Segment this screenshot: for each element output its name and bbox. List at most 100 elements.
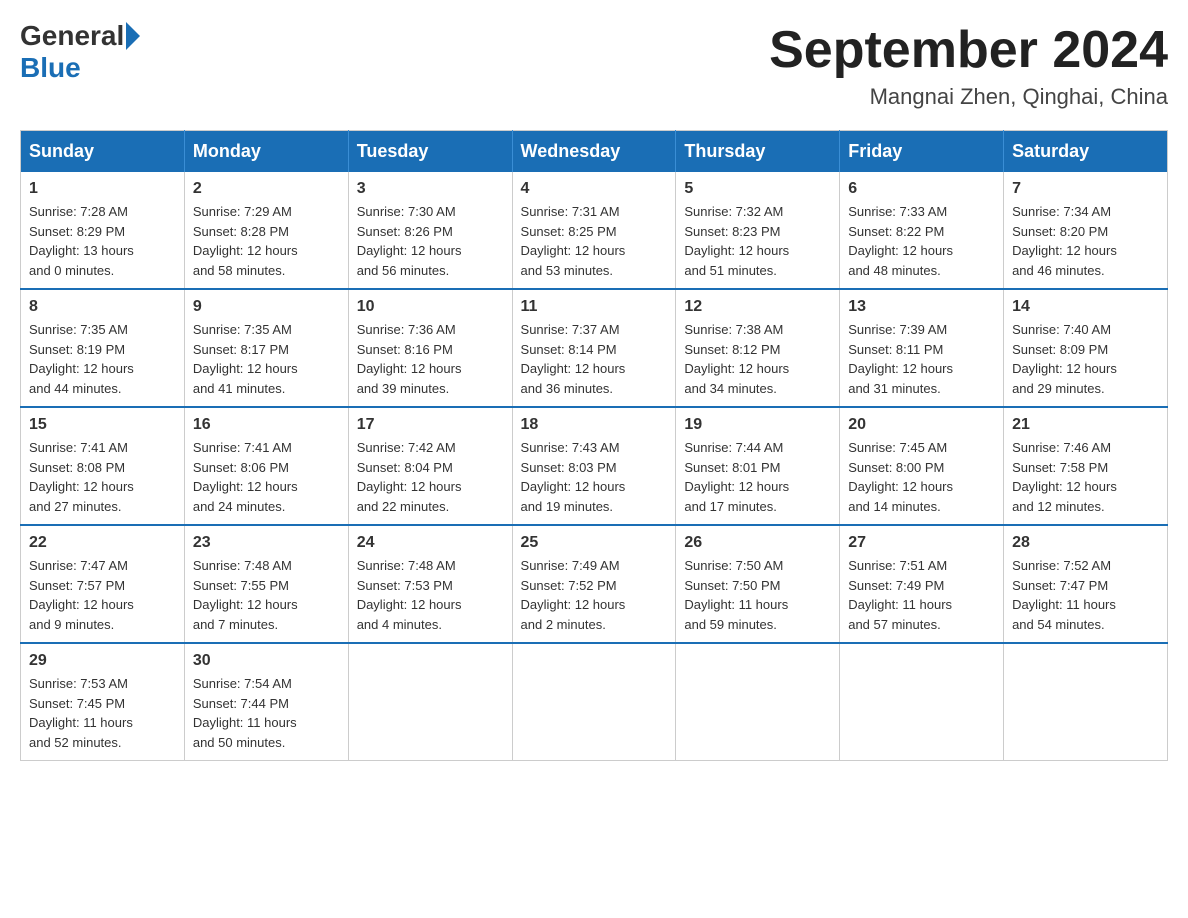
day-info: Sunrise: 7:37 AMSunset: 8:14 PMDaylight:…: [521, 320, 668, 398]
logo: General Blue: [20, 20, 142, 84]
calendar-cell: [676, 643, 840, 761]
calendar-cell: 29 Sunrise: 7:53 AMSunset: 7:45 PMDayligh…: [21, 643, 185, 761]
day-number: 1: [29, 180, 176, 198]
day-info: Sunrise: 7:50 AMSunset: 7:50 PMDaylight:…: [684, 556, 831, 634]
day-info: Sunrise: 7:51 AMSunset: 7:49 PMDaylight:…: [848, 556, 995, 634]
calendar-cell: 24 Sunrise: 7:48 AMSunset: 7:53 PMDayligh…: [348, 525, 512, 643]
calendar-week-row: 1 Sunrise: 7:28 AMSunset: 8:29 PMDaylight…: [21, 172, 1168, 289]
column-header-wednesday: Wednesday: [512, 131, 676, 173]
calendar-cell: 22 Sunrise: 7:47 AMSunset: 7:57 PMDayligh…: [21, 525, 185, 643]
calendar-cell: 15 Sunrise: 7:41 AMSunset: 8:08 PMDayligh…: [21, 407, 185, 525]
day-info: Sunrise: 7:43 AMSunset: 8:03 PMDaylight:…: [521, 438, 668, 516]
day-info: Sunrise: 7:28 AMSunset: 8:29 PMDaylight:…: [29, 202, 176, 280]
day-info: Sunrise: 7:42 AMSunset: 8:04 PMDaylight:…: [357, 438, 504, 516]
calendar-cell: 2 Sunrise: 7:29 AMSunset: 8:28 PMDaylight…: [184, 172, 348, 289]
day-number: 15: [29, 416, 176, 434]
day-number: 29: [29, 652, 176, 670]
day-number: 22: [29, 534, 176, 552]
day-number: 21: [1012, 416, 1159, 434]
calendar-subtitle: Mangnai Zhen, Qinghai, China: [769, 84, 1168, 110]
logo-blue-text: Blue: [20, 52, 81, 83]
calendar-cell: 30 Sunrise: 7:54 AMSunset: 7:44 PMDayligh…: [184, 643, 348, 761]
day-number: 5: [684, 180, 831, 198]
day-info: Sunrise: 7:54 AMSunset: 7:44 PMDaylight:…: [193, 674, 340, 752]
day-info: Sunrise: 7:40 AMSunset: 8:09 PMDaylight:…: [1012, 320, 1159, 398]
day-number: 9: [193, 298, 340, 316]
column-header-tuesday: Tuesday: [348, 131, 512, 173]
day-number: 2: [193, 180, 340, 198]
day-info: Sunrise: 7:34 AMSunset: 8:20 PMDaylight:…: [1012, 202, 1159, 280]
day-info: Sunrise: 7:41 AMSunset: 8:06 PMDaylight:…: [193, 438, 340, 516]
calendar-cell: 26 Sunrise: 7:50 AMSunset: 7:50 PMDayligh…: [676, 525, 840, 643]
day-info: Sunrise: 7:35 AMSunset: 8:19 PMDaylight:…: [29, 320, 176, 398]
day-info: Sunrise: 7:30 AMSunset: 8:26 PMDaylight:…: [357, 202, 504, 280]
day-number: 19: [684, 416, 831, 434]
day-number: 26: [684, 534, 831, 552]
calendar-cell: 3 Sunrise: 7:30 AMSunset: 8:26 PMDaylight…: [348, 172, 512, 289]
day-info: Sunrise: 7:45 AMSunset: 8:00 PMDaylight:…: [848, 438, 995, 516]
calendar-week-row: 8 Sunrise: 7:35 AMSunset: 8:19 PMDaylight…: [21, 289, 1168, 407]
day-number: 14: [1012, 298, 1159, 316]
day-number: 30: [193, 652, 340, 670]
day-number: 3: [357, 180, 504, 198]
day-info: Sunrise: 7:38 AMSunset: 8:12 PMDaylight:…: [684, 320, 831, 398]
calendar-cell: 16 Sunrise: 7:41 AMSunset: 8:06 PMDayligh…: [184, 407, 348, 525]
calendar-cell: 28 Sunrise: 7:52 AMSunset: 7:47 PMDayligh…: [1004, 525, 1168, 643]
day-info: Sunrise: 7:36 AMSunset: 8:16 PMDaylight:…: [357, 320, 504, 398]
calendar-cell: 8 Sunrise: 7:35 AMSunset: 8:19 PMDaylight…: [21, 289, 185, 407]
day-info: Sunrise: 7:35 AMSunset: 8:17 PMDaylight:…: [193, 320, 340, 398]
day-number: 16: [193, 416, 340, 434]
day-info: Sunrise: 7:31 AMSunset: 8:25 PMDaylight:…: [521, 202, 668, 280]
calendar-cell: 21 Sunrise: 7:46 AMSunset: 7:58 PMDayligh…: [1004, 407, 1168, 525]
day-info: Sunrise: 7:44 AMSunset: 8:01 PMDaylight:…: [684, 438, 831, 516]
day-info: Sunrise: 7:41 AMSunset: 8:08 PMDaylight:…: [29, 438, 176, 516]
calendar-week-row: 15 Sunrise: 7:41 AMSunset: 8:08 PMDayligh…: [21, 407, 1168, 525]
calendar-cell: 14 Sunrise: 7:40 AMSunset: 8:09 PMDayligh…: [1004, 289, 1168, 407]
day-number: 6: [848, 180, 995, 198]
title-section: September 2024 Mangnai Zhen, Qinghai, Ch…: [769, 20, 1168, 110]
day-number: 28: [1012, 534, 1159, 552]
calendar-cell: [512, 643, 676, 761]
day-info: Sunrise: 7:32 AMSunset: 8:23 PMDaylight:…: [684, 202, 831, 280]
day-info: Sunrise: 7:49 AMSunset: 7:52 PMDaylight:…: [521, 556, 668, 634]
day-info: Sunrise: 7:52 AMSunset: 7:47 PMDaylight:…: [1012, 556, 1159, 634]
calendar-cell: 1 Sunrise: 7:28 AMSunset: 8:29 PMDaylight…: [21, 172, 185, 289]
calendar-cell: 27 Sunrise: 7:51 AMSunset: 7:49 PMDayligh…: [840, 525, 1004, 643]
day-number: 8: [29, 298, 176, 316]
day-number: 27: [848, 534, 995, 552]
day-number: 7: [1012, 180, 1159, 198]
logo-general-text: General: [20, 20, 124, 52]
calendar-cell: 20Sunrise: 7:45 AMSunset: 8:00 PMDayligh…: [840, 407, 1004, 525]
day-number: 10: [357, 298, 504, 316]
day-number: 24: [357, 534, 504, 552]
column-header-friday: Friday: [840, 131, 1004, 173]
calendar-cell: 11 Sunrise: 7:37 AMSunset: 8:14 PMDayligh…: [512, 289, 676, 407]
day-info: Sunrise: 7:53 AMSunset: 7:45 PMDaylight:…: [29, 674, 176, 752]
calendar-cell: 6 Sunrise: 7:33 AMSunset: 8:22 PMDaylight…: [840, 172, 1004, 289]
day-info: Sunrise: 7:47 AMSunset: 7:57 PMDaylight:…: [29, 556, 176, 634]
day-number: 11: [521, 298, 668, 316]
day-info: Sunrise: 7:48 AMSunset: 7:55 PMDaylight:…: [193, 556, 340, 634]
column-header-sunday: Sunday: [21, 131, 185, 173]
calendar-cell: 18Sunrise: 7:43 AMSunset: 8:03 PMDayligh…: [512, 407, 676, 525]
day-info: Sunrise: 7:48 AMSunset: 7:53 PMDaylight:…: [357, 556, 504, 634]
calendar-cell: 4Sunrise: 7:31 AMSunset: 8:25 PMDaylight…: [512, 172, 676, 289]
day-info: Sunrise: 7:29 AMSunset: 8:28 PMDaylight:…: [193, 202, 340, 280]
calendar-cell: 10 Sunrise: 7:36 AMSunset: 8:16 PMDayligh…: [348, 289, 512, 407]
calendar-cell: 12 Sunrise: 7:38 AMSunset: 8:12 PMDayligh…: [676, 289, 840, 407]
column-header-thursday: Thursday: [676, 131, 840, 173]
column-header-monday: Monday: [184, 131, 348, 173]
day-number: 25: [521, 534, 668, 552]
calendar-week-row: 29 Sunrise: 7:53 AMSunset: 7:45 PMDayligh…: [21, 643, 1168, 761]
calendar-cell: 13Sunrise: 7:39 AMSunset: 8:11 PMDayligh…: [840, 289, 1004, 407]
calendar-cell: [1004, 643, 1168, 761]
calendar-table: SundayMondayTuesdayWednesdayThursdayFrid…: [20, 130, 1168, 761]
calendar-cell: 17 Sunrise: 7:42 AMSunset: 8:04 PMDayligh…: [348, 407, 512, 525]
calendar-cell: 9 Sunrise: 7:35 AMSunset: 8:17 PMDaylight…: [184, 289, 348, 407]
day-number: 12: [684, 298, 831, 316]
day-info: Sunrise: 7:46 AMSunset: 7:58 PMDaylight:…: [1012, 438, 1159, 516]
day-info: Sunrise: 7:33 AMSunset: 8:22 PMDaylight:…: [848, 202, 995, 280]
calendar-cell: [840, 643, 1004, 761]
calendar-cell: [348, 643, 512, 761]
day-number: 17: [357, 416, 504, 434]
